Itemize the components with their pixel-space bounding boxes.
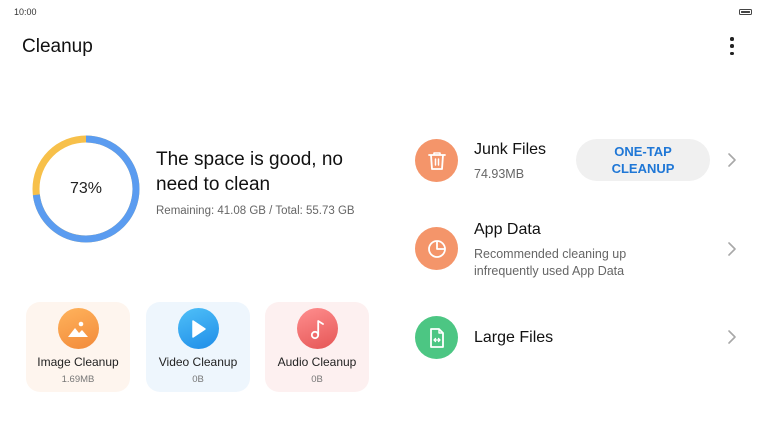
app-data-title: App Data: [474, 221, 541, 238]
music-note-icon: [296, 308, 338, 349]
card-size: 0B: [311, 374, 323, 385]
video-cleanup-card[interactable]: Video Cleanup 0B: [146, 302, 250, 392]
image-icon: [57, 308, 99, 349]
page-title: Cleanup: [22, 36, 93, 57]
card-label: Video Cleanup: [158, 355, 238, 369]
storage-details: Remaining: 41.08 GB / Total: 55.73 GB: [156, 205, 355, 217]
status-time: 10:00: [14, 7, 37, 17]
chevron-right-icon[interactable]: [725, 240, 739, 258]
image-cleanup-card[interactable]: Image Cleanup 1.69MB: [26, 302, 130, 392]
chevron-right-icon[interactable]: [725, 328, 739, 346]
card-label: Audio Cleanup: [277, 355, 357, 369]
trash-icon: [415, 139, 458, 182]
card-size: 1.69MB: [61, 374, 95, 385]
card-size: 0B: [192, 374, 204, 385]
app-data-description: Recommended cleaning up infrequently use…: [474, 247, 627, 278]
battery-icon: [739, 9, 752, 15]
more-options-button[interactable]: [721, 34, 743, 58]
card-label: Image Cleanup: [37, 355, 119, 369]
chevron-right-icon[interactable]: [725, 151, 739, 169]
file-icon: [415, 316, 458, 359]
junk-files-size: 74.93MB: [474, 167, 525, 181]
large-files-title: Large Files: [474, 329, 554, 346]
cleanup-screen: 10:00 Cleanup 73% The space is good, no …: [0, 0, 768, 432]
storage-percent: 73%: [69, 180, 103, 197]
pie-chart-icon: [415, 227, 458, 270]
one-tap-cleanup-button[interactable]: ONE-TAP CLEANUP: [576, 139, 710, 181]
audio-cleanup-card[interactable]: Audio Cleanup 0B: [265, 302, 369, 392]
play-icon: [177, 308, 219, 349]
storage-status-headline: The space is good, no need to clean: [156, 149, 343, 195]
junk-files-title: Junk Files: [474, 141, 547, 158]
